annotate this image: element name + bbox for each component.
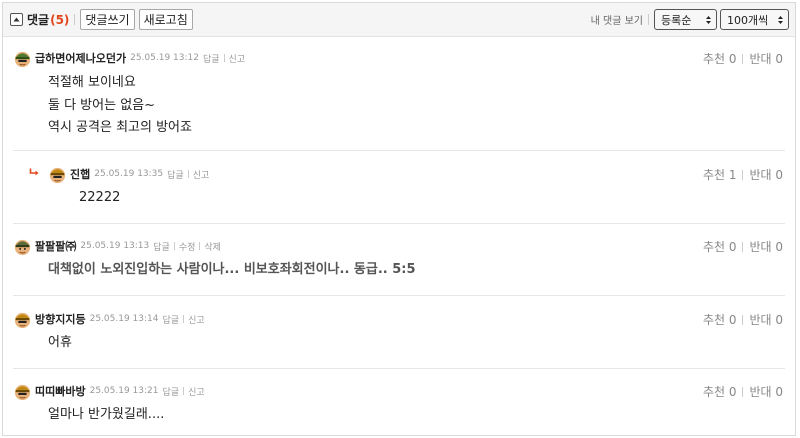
- comment-date: 25.05.19 13:12: [130, 53, 199, 63]
- sort-select[interactable]: 등록순: [654, 9, 717, 30]
- edit-link[interactable]: 수정: [179, 240, 196, 253]
- upvote-button[interactable]: 추천 1: [703, 166, 737, 183]
- collapse-toggle-icon[interactable]: [10, 13, 23, 26]
- upvote-button[interactable]: 추천 0: [703, 238, 737, 255]
- upvote-button[interactable]: 추천 0: [703, 50, 737, 67]
- comment-item: 방향지지등 25.05.19 13:14 답글 신고 추천 0 반대 0 어휴: [13, 308, 785, 369]
- comment-author[interactable]: 급하면어제나오던가: [35, 50, 126, 66]
- report-link[interactable]: 신고: [229, 52, 246, 65]
- downvote-button[interactable]: 반대 0: [749, 383, 783, 400]
- helmet-avatar-icon: [14, 312, 31, 328]
- write-comment-button[interactable]: 댓글쓰기: [80, 9, 135, 30]
- comment-line: 어휴: [48, 335, 72, 350]
- comment-meta: 25.05.19 13:13 답글 수정 삭제: [80, 240, 221, 253]
- comment-body: 22222: [79, 187, 120, 210]
- comment-line: 적절해 보이네요: [48, 75, 136, 90]
- vote-area: 추천 0 반대 0: [703, 383, 783, 400]
- comment-body: 어휴: [48, 332, 72, 355]
- comment-meta: 25.05.19 13:14 답글 신고: [90, 313, 205, 326]
- vote-area: 추천 0 반대 0: [703, 50, 783, 67]
- my-comments-link[interactable]: 내 댓글 보기: [591, 12, 643, 27]
- comment-body: 얼마나 반가웠길래....: [48, 404, 164, 427]
- downvote-button[interactable]: 반대 0: [749, 238, 783, 255]
- comment-count: (5): [50, 12, 70, 27]
- comment-item: 띠띠빠바방 25.05.19 13:21 답글 신고 추천 0 반대 0 얼마나…: [13, 380, 785, 435]
- comment-panel: 댓글 (5) 댓글쓰기 새로고침 내 댓글 보기 등록순 100개씩 급하면어제…: [2, 2, 796, 436]
- comment-body: 적절해 보이네요 둘 다 방어는 없음~ 역시 공격은 최고의 방어죠: [48, 72, 192, 140]
- comment-toolbar: 댓글 (5) 댓글쓰기 새로고침 내 댓글 보기 등록순 100개씩: [3, 3, 795, 37]
- comment-line: 역시 공격은 최고의 방어죠: [48, 120, 192, 135]
- downvote-button[interactable]: 반대 0: [749, 311, 783, 328]
- comment-item: 급하면어제나오던가 25.05.19 13:12 답글 신고 추천 0 반대 0…: [13, 47, 785, 151]
- report-link[interactable]: 신고: [193, 168, 210, 181]
- comment-author[interactable]: 방향지지등: [35, 311, 86, 327]
- comment-date: 25.05.19 13:21: [89, 386, 159, 396]
- helmet-avatar-icon: [14, 239, 31, 255]
- select-arrows-icon: [777, 15, 784, 25]
- upvote-button[interactable]: 추천 0: [703, 383, 737, 400]
- vote-area: 추천 1 반대 0: [703, 166, 783, 183]
- comment-header: 띠띠빠바방 25.05.19 13:21 답글 신고: [13, 380, 785, 402]
- comment-title: 댓글: [27, 13, 50, 27]
- reply-arrow-icon: [29, 168, 39, 176]
- comment-header: 진햅 25.05.19 13:35 답글 신고: [48, 163, 785, 185]
- comment-line: 얼마나 반가웠길래....: [48, 407, 165, 422]
- select-arrows-icon: [705, 15, 712, 25]
- comment-meta: 25.05.19 13:21 답글 신고: [90, 385, 205, 398]
- comment-item: 팔팔팔㈜ 25.05.19 13:13 답글 수정 삭제 추천 0 반대 0 대…: [13, 235, 785, 296]
- comment-author[interactable]: 진햅: [70, 166, 90, 182]
- comment-date: 25.05.19 13:13: [80, 241, 150, 251]
- comment-line: 대책없이 노외진입하는 사람이나... 비보호좌회전이나.. 동급.. 5:5: [48, 262, 416, 277]
- delete-link[interactable]: 삭제: [204, 240, 221, 253]
- report-link[interactable]: 신고: [188, 313, 205, 326]
- report-link[interactable]: 신고: [188, 385, 205, 398]
- reply-link[interactable]: 답글: [163, 385, 180, 398]
- vote-area: 추천 0 반대 0: [703, 238, 783, 255]
- comment-header: 급하면어제나오던가 25.05.19 13:12 답글 신고: [13, 47, 785, 69]
- per-page-select-value: 100개씩: [727, 13, 769, 27]
- comment-date: 25.05.19 13:35: [94, 169, 164, 179]
- sort-select-value: 등록순: [661, 13, 692, 27]
- downvote-button[interactable]: 반대 0: [749, 166, 783, 183]
- comment-author[interactable]: 팔팔팔㈜: [35, 238, 76, 254]
- comment-meta: 25.05.19 13:12 답글 신고: [130, 52, 245, 65]
- downvote-button[interactable]: 반대 0: [749, 50, 783, 67]
- reply-link[interactable]: 답글: [203, 52, 220, 65]
- comment-header: 방향지지등 25.05.19 13:14 답글 신고: [13, 308, 785, 330]
- refresh-button[interactable]: 새로고침: [138, 9, 193, 30]
- per-page-select[interactable]: 100개씩: [720, 9, 789, 30]
- comment-author[interactable]: 띠띠빠바방: [35, 383, 86, 399]
- reply-item: 진햅 25.05.19 13:35 답글 신고 추천 1 반대 0 22222: [13, 163, 785, 224]
- upvote-button[interactable]: 추천 0: [703, 311, 737, 328]
- helmet-avatar-icon: [14, 384, 31, 400]
- divider: [648, 14, 649, 25]
- helmet-avatar-icon: [49, 167, 66, 183]
- comment-line: 둘 다 방어는 없음~: [48, 97, 156, 113]
- reply-link[interactable]: 답글: [153, 240, 170, 253]
- comment-body: 대책없이 노외진입하는 사람이나... 비보호좌회전이나.. 동급.. 5:5: [48, 259, 416, 282]
- comment-header: 팔팔팔㈜ 25.05.19 13:13 답글 수정 삭제: [13, 235, 785, 257]
- divider: [74, 14, 76, 25]
- comment-line: 22222: [79, 190, 121, 205]
- reply-link[interactable]: 답글: [167, 168, 184, 181]
- helmet-avatar-icon: [14, 51, 31, 67]
- vote-area: 추천 0 반대 0: [703, 311, 783, 328]
- comment-meta: 25.05.19 13:35 답글 신고: [94, 168, 209, 181]
- reply-link[interactable]: 답글: [163, 313, 180, 326]
- comment-date: 25.05.19 13:14: [89, 314, 159, 324]
